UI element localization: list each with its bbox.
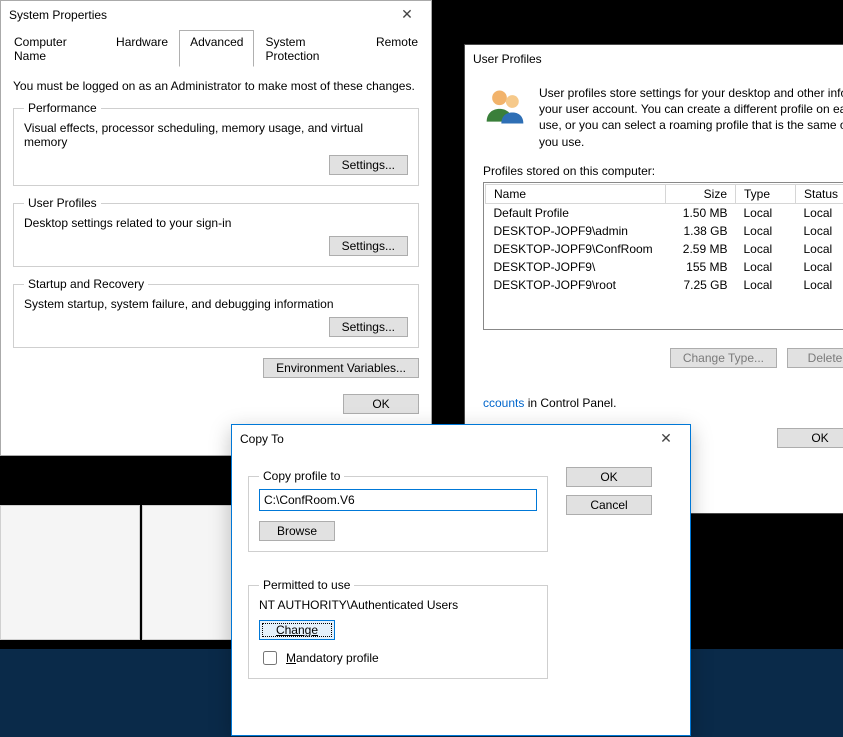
- tab-computer-name[interactable]: Computer Name: [3, 30, 105, 67]
- user-profiles-text: Desktop settings related to your sign-in: [24, 216, 408, 230]
- table-row[interactable]: Default Profile1.50 MBLocalLocal6/2: [486, 203, 843, 222]
- cell-type: Local: [736, 240, 796, 258]
- cell-status: Local: [796, 240, 843, 258]
- copy-profile-to-group: Copy profile to Browse: [248, 469, 548, 552]
- copy-to-dialog: Copy To ✕ Copy profile to Browse Permitt…: [231, 424, 691, 736]
- titlebar[interactable]: User Profiles: [465, 45, 843, 73]
- user-profiles-description: User profiles store settings for your de…: [539, 85, 843, 150]
- cell-type: Local: [736, 276, 796, 294]
- startup-recovery-settings-button[interactable]: Settings...: [329, 317, 408, 337]
- cell-name: Default Profile: [486, 203, 666, 222]
- cell-status: Local: [796, 276, 843, 294]
- change-type-button[interactable]: Change Type...: [670, 348, 777, 368]
- cell-size: 2.59 MB: [666, 240, 736, 258]
- mandatory-profile-label: Mandatory profile: [286, 651, 379, 665]
- permitted-user-value: NT AUTHORITY\Authenticated Users: [259, 598, 537, 612]
- performance-text: Visual effects, processor scheduling, me…: [24, 121, 408, 149]
- startup-recovery-group: Startup and Recovery System startup, sys…: [13, 277, 419, 348]
- profile-path-input[interactable]: [259, 489, 537, 511]
- window-title: User Profiles: [473, 52, 542, 66]
- table-row[interactable]: DESKTOP-JOPF9\ConfRoom2.59 MBLocalLocal7…: [486, 240, 843, 258]
- cell-name: DESKTOP-JOPF9\admin: [486, 222, 666, 240]
- system-properties-dialog: System Properties ✕ Computer Name Hardwa…: [0, 0, 432, 456]
- cell-name: DESKTOP-JOPF9\root: [486, 276, 666, 294]
- copy-to-cancel-button[interactable]: Cancel: [566, 495, 652, 515]
- window-title: Copy To: [240, 432, 284, 446]
- tab-hardware[interactable]: Hardware: [105, 30, 179, 67]
- tab-strip: Computer Name Hardware Advanced System P…: [3, 29, 429, 67]
- profiles-stored-label: Profiles stored on this computer:: [483, 164, 843, 178]
- cell-status: Local: [796, 222, 843, 240]
- user-accounts-link[interactable]: ccounts: [483, 396, 524, 410]
- cell-size: 155 MB: [666, 258, 736, 276]
- performance-settings-button[interactable]: Settings...: [329, 155, 408, 175]
- tab-remote[interactable]: Remote: [365, 30, 429, 67]
- cell-status: Local: [796, 203, 843, 222]
- cell-size: 1.50 MB: [666, 203, 736, 222]
- startup-recovery-legend: Startup and Recovery: [24, 277, 148, 291]
- close-icon[interactable]: ✕: [387, 4, 427, 26]
- delete-button[interactable]: Delete: [787, 348, 843, 368]
- system-properties-ok-button[interactable]: OK: [343, 394, 419, 414]
- cell-size: 1.38 GB: [666, 222, 736, 240]
- copy-profile-to-legend: Copy profile to: [259, 469, 344, 483]
- cell-type: Local: [736, 203, 796, 222]
- col-status[interactable]: Status: [796, 184, 843, 203]
- table-header-row[interactable]: Name Size Type Status M: [486, 184, 843, 203]
- cell-status: Local: [796, 258, 843, 276]
- mandatory-profile-checkbox[interactable]: Mandatory profile: [259, 648, 537, 668]
- col-type[interactable]: Type: [736, 184, 796, 203]
- table-row[interactable]: DESKTOP-JOPF9\root7.25 GBLocalLocal6/8: [486, 276, 843, 294]
- cell-name: DESKTOP-JOPF9\ConfRoom: [486, 240, 666, 258]
- users-icon: [483, 85, 527, 129]
- performance-legend: Performance: [24, 101, 101, 115]
- admin-warning-text: You must be logged on as an Administrato…: [13, 79, 419, 93]
- permitted-to-use-legend: Permitted to use: [259, 578, 354, 592]
- environment-variables-button[interactable]: Environment Variables...: [263, 358, 419, 378]
- titlebar[interactable]: Copy To ✕: [232, 425, 690, 453]
- cell-name: DESKTOP-JOPF9\: [486, 258, 666, 276]
- startup-recovery-text: System startup, system failure, and debu…: [24, 297, 408, 311]
- cell-type: Local: [736, 222, 796, 240]
- mandatory-profile-input[interactable]: [263, 651, 277, 665]
- user-profiles-ok-button[interactable]: OK: [777, 428, 843, 448]
- col-name[interactable]: Name: [486, 184, 666, 203]
- performance-group: Performance Visual effects, processor sc…: [13, 101, 419, 186]
- control-panel-hint: ccounts in Control Panel.: [483, 396, 843, 410]
- cell-type: Local: [736, 258, 796, 276]
- tab-page-advanced: You must be logged on as an Administrato…: [1, 67, 431, 386]
- tab-advanced[interactable]: Advanced: [179, 30, 254, 67]
- table-row[interactable]: DESKTOP-JOPF9\155 MBLocalLocal6/2: [486, 258, 843, 276]
- col-size[interactable]: Size: [666, 184, 736, 203]
- table-row[interactable]: DESKTOP-JOPF9\admin1.38 GBLocalLocal6/1: [486, 222, 843, 240]
- browse-button[interactable]: Browse: [259, 521, 335, 541]
- profiles-table[interactable]: Name Size Type Status M Default Profile1…: [483, 182, 843, 330]
- copy-to-ok-button[interactable]: OK: [566, 467, 652, 487]
- permitted-to-use-group: Permitted to use NT AUTHORITY\Authentica…: [248, 578, 548, 679]
- close-icon[interactable]: ✕: [646, 428, 686, 450]
- user-profiles-legend: User Profiles: [24, 196, 101, 210]
- user-profiles-settings-button[interactable]: Settings...: [329, 236, 408, 256]
- cell-size: 7.25 GB: [666, 276, 736, 294]
- titlebar[interactable]: System Properties ✕: [1, 1, 431, 29]
- window-title: System Properties: [9, 8, 107, 22]
- change-permitted-button[interactable]: Change: [259, 620, 335, 640]
- tab-system-protection[interactable]: System Protection: [254, 30, 365, 67]
- user-profiles-group: User Profiles Desktop settings related t…: [13, 196, 419, 267]
